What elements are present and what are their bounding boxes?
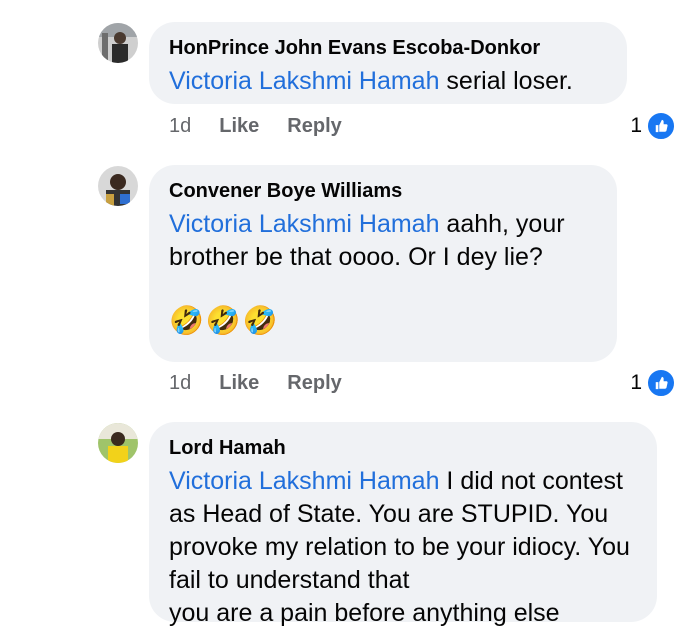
mention-link[interactable]: Victoria Lakshmi Hamah <box>169 210 439 238</box>
comment-actions: 1d Like Reply <box>169 115 370 138</box>
comment-text: Victoria Lakshmi Hamah serial loser. <box>169 65 607 98</box>
comment-text: Victoria Lakshmi Hamah aahh, your brothe… <box>169 208 597 274</box>
reply-button[interactable]: Reply <box>287 115 341 138</box>
mention-link[interactable]: Victoria Lakshmi Hamah <box>169 467 439 495</box>
comment-body: serial loser. <box>439 67 573 95</box>
emoji-row: 🤣🤣🤣 <box>169 305 280 336</box>
comment-author[interactable]: Convener Boye Williams <box>169 179 597 203</box>
reaction-count: 1 <box>630 371 642 394</box>
comment-bubble: Convener Boye Williams Victoria Lakshmi … <box>149 165 617 362</box>
timestamp[interactable]: 1d <box>169 372 191 395</box>
comment-text: Victoria Lakshmi Hamah I did not contest… <box>169 465 637 630</box>
like-button[interactable]: Like <box>219 372 259 395</box>
timestamp[interactable]: 1d <box>169 115 191 138</box>
avatar[interactable] <box>98 166 138 206</box>
thumbs-up-icon <box>646 368 676 398</box>
reaction-summary[interactable]: 1 <box>630 111 676 141</box>
thumbs-up-icon <box>646 111 676 141</box>
comment-bubble: HonPrince John Evans Escoba-Donkor Victo… <box>149 22 627 104</box>
avatar[interactable] <box>98 23 138 63</box>
reply-button[interactable]: Reply <box>287 372 341 395</box>
avatar[interactable] <box>98 423 138 463</box>
comment-author[interactable]: Lord Hamah <box>169 436 637 460</box>
comment-author[interactable]: HonPrince John Evans Escoba-Donkor <box>169 36 607 60</box>
comment-bubble: Lord Hamah Victoria Lakshmi Hamah I did … <box>149 422 657 627</box>
comment-partial-line: you are a pain before anything else <box>169 599 560 627</box>
reaction-summary[interactable]: 1 <box>630 368 676 398</box>
like-button[interactable]: Like <box>219 115 259 138</box>
reaction-count: 1 <box>630 114 642 137</box>
comment-actions: 1d Like Reply <box>169 372 370 395</box>
mention-link[interactable]: Victoria Lakshmi Hamah <box>169 67 439 95</box>
